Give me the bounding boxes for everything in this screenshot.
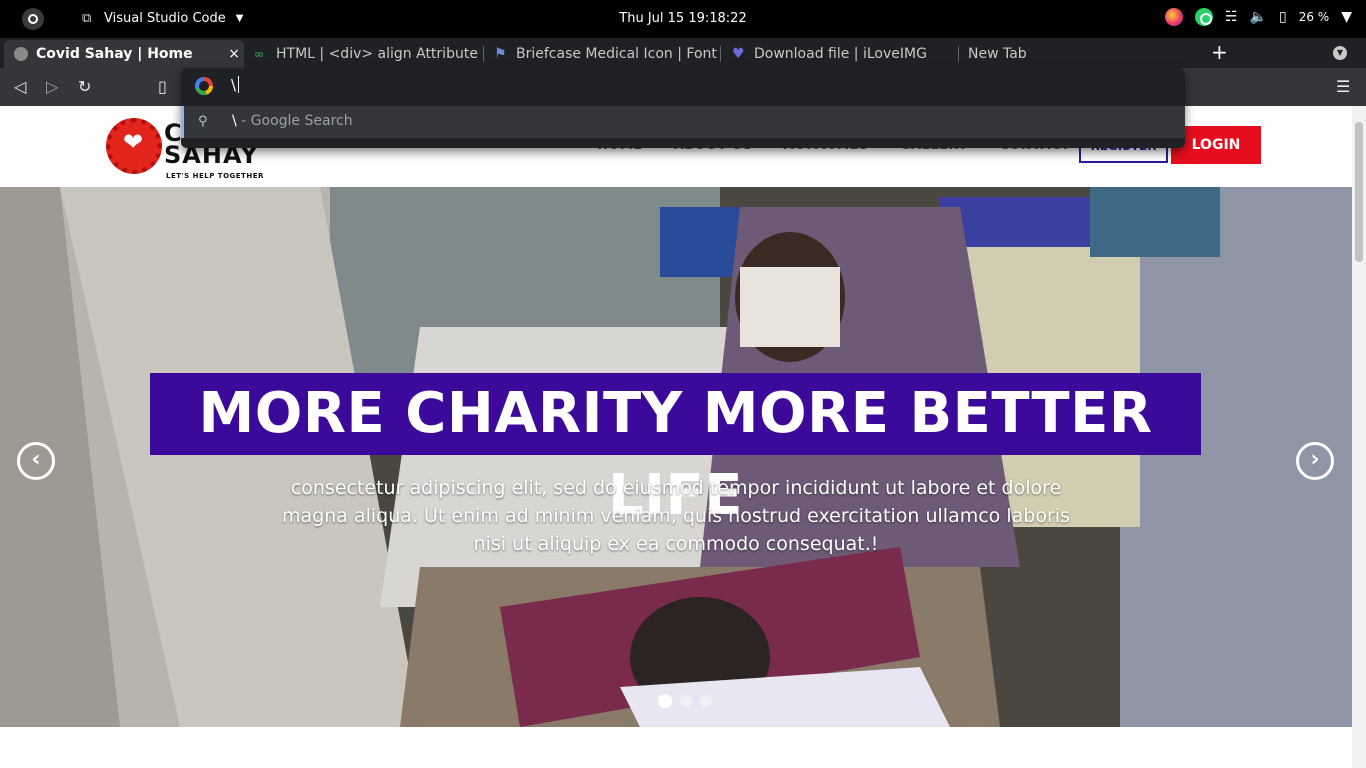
tab-briefcase-icon[interactable]: ⚑ Briefcase Medical Icon | Font /	[484, 40, 720, 68]
power-menu-icon[interactable]: ▼	[1341, 9, 1352, 25]
vscode-icon: ⧉	[82, 10, 92, 26]
carousel-prev-button[interactable]: ‹	[17, 442, 55, 480]
google-icon	[195, 77, 213, 95]
bookmark-icon[interactable]: ▯	[158, 78, 167, 96]
suggestion-text: \ - Google Search	[232, 113, 353, 129]
address-bar[interactable]: \	[181, 68, 1185, 104]
hero-carousel: MORE CHARITY MORE BETTER LIFE consectetu…	[0, 187, 1352, 727]
omnibox-suggestion[interactable]: ⚲ \ - Google Search	[181, 106, 1185, 138]
app-menu-label: Visual Studio Code	[104, 11, 226, 26]
logo-tagline: LET'S HELP TOGETHER	[166, 172, 264, 180]
tab-title: New Tab	[968, 46, 1027, 62]
back-icon[interactable]: ◁	[14, 78, 26, 96]
battery-level[interactable]: 26 %	[1299, 10, 1330, 24]
firefox-icon[interactable]	[1165, 8, 1183, 26]
tab-title: Briefcase Medical Icon | Font /	[516, 46, 720, 62]
tab-strip: Covid Sahay | Home × ∞ HTML | <div> alig…	[0, 38, 1366, 68]
tab-new-tab[interactable]: New Tab	[958, 40, 1194, 68]
tab-covid-sahay[interactable]: Covid Sahay | Home ×	[4, 40, 244, 68]
tab-title: Covid Sahay | Home	[36, 46, 193, 62]
hero-text: consectetur adipiscing elit, sed do eius…	[282, 477, 1070, 555]
os-top-bar: ⧉ Visual Studio Code ▼ Thu Jul 15 19:18:…	[0, 0, 1366, 38]
chevron-down-icon: ▼	[235, 13, 244, 24]
whatsapp-icon[interactable]	[1195, 8, 1213, 26]
close-icon[interactable]: ×	[228, 46, 240, 62]
flag-icon: ⚑	[494, 46, 507, 62]
tab-iloveimg[interactable]: ♥ Download file | iLoveIMG	[722, 40, 958, 68]
carousel-next-button[interactable]: ›	[1296, 442, 1334, 480]
carousel-dot-3[interactable]	[700, 695, 712, 707]
heart-hands-icon: ❤	[123, 128, 144, 156]
hero-title: MORE CHARITY MORE BETTER LIFE	[150, 373, 1201, 528]
website-viewport: ❤ C SAHAY LET'S HELP TOGETHER HOME ABOUT…	[0, 106, 1352, 768]
heart-icon: ♥	[732, 46, 745, 62]
forward-icon[interactable]: ▷	[46, 78, 58, 96]
reload-icon[interactable]: ↻	[78, 78, 91, 96]
globe-icon	[14, 47, 28, 61]
omnibox-dropdown: \ ⚲ \ - Google Search	[181, 68, 1185, 148]
wifi-icon[interactable]: ☵	[1225, 9, 1238, 25]
address-input-value: \	[231, 76, 237, 94]
text-caret	[238, 76, 240, 93]
tab-title: Download file | iLoveIMG	[754, 46, 927, 62]
carousel-dot-2[interactable]	[680, 695, 692, 707]
clock-text[interactable]: Thu Jul 15 19:18:22	[619, 11, 746, 26]
tab-separator	[720, 46, 721, 62]
tab-html-div-align[interactable]: ∞ HTML | <div> align Attribute -	[244, 40, 482, 68]
carousel-indicators	[658, 694, 712, 708]
carousel-dot-1[interactable]	[658, 694, 672, 708]
tab-title: HTML | <div> align Attribute -	[276, 46, 482, 62]
search-icon: ⚲	[198, 114, 208, 129]
scrollbar-thumb[interactable]	[1355, 122, 1363, 262]
volume-icon[interactable]: 🔈	[1250, 9, 1267, 25]
system-tray: ☵ 🔈 ▯ 26 % ▼	[1165, 8, 1352, 26]
app-menu[interactable]: ⧉ Visual Studio Code ▼	[82, 11, 243, 26]
suggestion-suffix: - Google Search	[236, 113, 353, 129]
menu-icon[interactable]: ☰	[1336, 78, 1350, 96]
activities-button[interactable]	[22, 8, 44, 30]
geeksforgeeks-icon: ∞	[254, 47, 264, 61]
new-tab-button[interactable]: +	[1211, 42, 1228, 62]
tab-search-icon[interactable]: ▼	[1333, 46, 1347, 60]
address-input[interactable]: \	[231, 76, 240, 94]
page-scrollbar[interactable]	[1352, 106, 1366, 768]
phone-icon[interactable]: ▯	[1279, 9, 1287, 25]
